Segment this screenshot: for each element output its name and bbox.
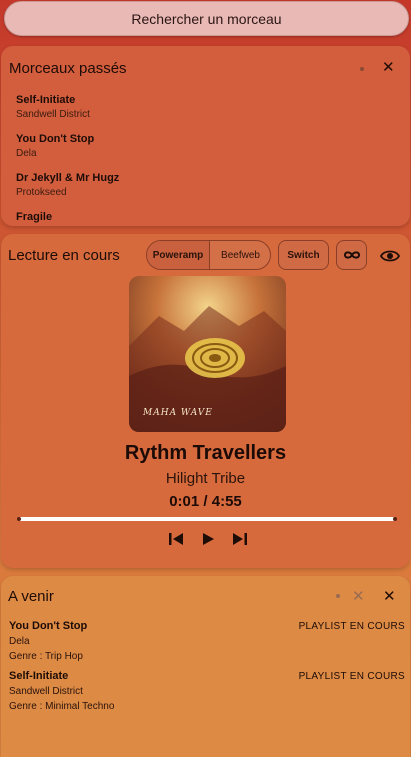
repeat-button[interactable] (336, 240, 367, 270)
progress-fill (19, 517, 395, 521)
list-item[interactable]: Dr Jekyll & Mr Hugz Protokseed (16, 172, 119, 198)
history-item-artist: Dela (16, 148, 37, 159)
album-cover: MAHA WAVE (129, 276, 286, 432)
history-menu-dot[interactable] (360, 67, 364, 71)
progress-start-dot (17, 517, 21, 521)
upcoming-item-source: PLAYLIST EN COURS (298, 621, 405, 632)
source-beefweb-button[interactable]: Beefweb (210, 241, 270, 269)
upcoming-clear-icon[interactable]: ✕ (352, 589, 365, 604)
history-item-title: You Don't Stop (16, 133, 95, 145)
eye-icon[interactable] (380, 248, 400, 264)
history-item-title: Dr Jekyll & Mr Hugz (16, 172, 120, 184)
upcoming-item-genre: Genre : Trip Hop (9, 651, 83, 662)
upcoming-item-title: Self-Initiate (9, 670, 69, 682)
progress-slider[interactable] (19, 517, 396, 521)
skip-previous-icon[interactable] (167, 531, 185, 547)
upcoming-menu-dot[interactable] (336, 594, 340, 598)
infinity-icon (343, 251, 360, 259)
track-artist: Hilight Tribe (165, 470, 246, 487)
list-item[interactable]: Fragile (16, 211, 52, 223)
now-playing-title: Lecture en cours (8, 247, 120, 264)
history-item-title: Fragile (16, 211, 53, 223)
track-title: Rythm Travellers (124, 442, 287, 464)
upcoming-item-title: You Don't Stop (9, 620, 88, 632)
upcoming-item-source: PLAYLIST EN COURS (298, 671, 405, 682)
search-bar: Rechercher un morceau (0, 0, 411, 40)
skip-next-icon[interactable] (231, 531, 249, 547)
upcoming-item-artist: Dela (9, 636, 30, 647)
history-item-artist: Protokseed (16, 187, 67, 198)
progress-end-dot (393, 517, 397, 521)
upcoming-item-artist: Sandwell District (9, 686, 83, 697)
track-time: 0:01 / 4:55 (169, 493, 242, 510)
source-toggle: Poweramp Beefweb (146, 240, 271, 270)
upcoming-card (1, 576, 410, 757)
album-cover-text: MAHA WAVE (143, 408, 213, 418)
source-poweramp-button[interactable]: Poweramp (147, 241, 210, 269)
switch-button[interactable]: Switch (278, 240, 329, 270)
list-item[interactable]: You Don't Stop Dela (16, 133, 94, 159)
upcoming-close-icon[interactable]: ✕ (383, 589, 396, 604)
history-item-artist: Sandwell District (16, 109, 90, 120)
history-card: Morceaux passés ✕ Self-Initiate Sandwell… (1, 46, 410, 226)
upcoming-item-genre: Genre : Minimal Techno (9, 701, 115, 712)
history-title: Morceaux passés (9, 60, 127, 77)
search-track-button[interactable]: Rechercher un morceau (4, 1, 409, 36)
search-track-label: Rechercher un morceau (131, 10, 282, 27)
history-item-title: Self-Initiate (16, 94, 76, 106)
list-item[interactable]: Self-Initiate Sandwell District (16, 94, 90, 120)
upcoming-title: A venir (8, 588, 54, 605)
list-item[interactable]: You Don't Stop Dela Genre : Trip Hop (9, 620, 87, 662)
history-close-icon[interactable]: ✕ (382, 60, 395, 75)
list-item[interactable]: Self-Initiate Sandwell District Genre : … (9, 670, 114, 712)
play-icon[interactable] (199, 531, 217, 547)
